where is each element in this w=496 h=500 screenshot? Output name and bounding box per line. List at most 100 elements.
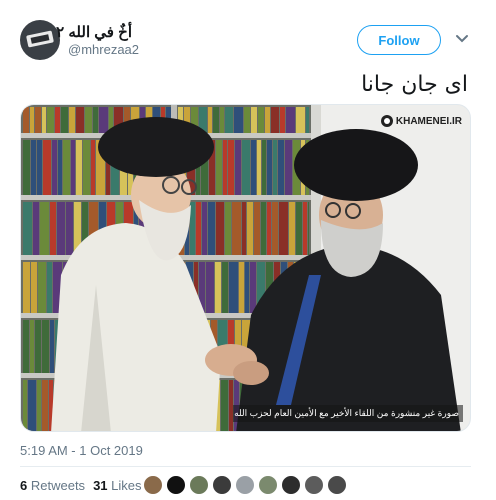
book-spine: [280, 107, 285, 133]
book-spine: [76, 140, 82, 195]
book-spine: [47, 107, 54, 133]
book-spine: [57, 202, 65, 255]
book-spine: [76, 107, 84, 133]
book-spine: [296, 202, 302, 255]
tweet-card: أخٌ في الله ٢ @mhrezaa2 Follow ای جان جا…: [0, 0, 496, 500]
book-spine: [71, 140, 75, 195]
book-spine: [31, 262, 37, 313]
book-spine: [23, 107, 29, 133]
photo-illustration: [21, 105, 470, 431]
liker-avatar[interactable]: [143, 475, 163, 495]
book-spine: [208, 202, 215, 255]
book-spine: [279, 202, 288, 255]
book-spine: [273, 140, 277, 195]
book-spine: [261, 202, 266, 255]
book-spine: [91, 140, 95, 195]
book-spine: [251, 107, 257, 133]
book-spine: [258, 107, 264, 133]
book-spine: [99, 107, 108, 133]
watermark-text: KHAMENEI.IR: [395, 115, 462, 127]
book-spine: [61, 107, 68, 133]
book-spine: [216, 140, 222, 195]
liker-avatar[interactable]: [189, 475, 209, 495]
book-spine: [38, 262, 46, 313]
book-spine: [63, 140, 70, 195]
watermark-logo-icon: [380, 115, 393, 127]
book-spine: [30, 320, 34, 373]
book-spine: [229, 262, 238, 313]
liker-avatar[interactable]: [304, 475, 324, 495]
retweets-count: 6: [20, 478, 28, 493]
username[interactable]: @mhrezaa2: [68, 42, 139, 57]
khamenei-watermark: KHAMENEI.IR: [380, 115, 462, 127]
book-spine: [278, 140, 284, 195]
book-spine: [289, 202, 295, 255]
avatar[interactable]: [20, 20, 60, 60]
book-spine: [251, 140, 256, 195]
book-spine: [267, 202, 271, 255]
book-spine: [69, 107, 75, 133]
book-spine: [55, 107, 60, 133]
book-spine: [40, 202, 49, 255]
book-spine: [37, 140, 42, 195]
book-spine: [35, 320, 41, 373]
tweet-photo[interactable]: KHAMENEI.IR صورة غير منشورة من اللقاء ال…: [20, 104, 471, 432]
book-spine: [220, 107, 224, 133]
book-spine: [47, 262, 52, 313]
tweet-stats: 6 Retweets 31 Likes: [20, 478, 142, 493]
chevron-down-icon[interactable]: [455, 34, 469, 44]
book-spine: [222, 262, 228, 313]
book-spine: [43, 140, 51, 195]
book-spine: [303, 202, 307, 255]
book-spine: [245, 262, 249, 313]
book-spine: [247, 202, 253, 255]
book-spine: [234, 107, 243, 133]
book-spine: [242, 202, 246, 255]
book-spine: [196, 202, 201, 255]
liker-avatar[interactable]: [258, 475, 278, 495]
liker-avatar[interactable]: [212, 475, 232, 495]
book-spine: [228, 140, 234, 195]
book-spine: [52, 140, 57, 195]
book-spine: [50, 320, 54, 373]
book-spine: [202, 202, 207, 255]
book-spine: [23, 140, 30, 195]
book-spine: [223, 140, 227, 195]
book-spine: [262, 140, 266, 195]
liker-avatar[interactable]: [235, 475, 255, 495]
display-name[interactable]: أخٌ في الله ٢: [56, 23, 132, 41]
tweet-text: ای جان جانا: [361, 72, 468, 97]
book-spine: [254, 202, 260, 255]
book-spine: [225, 107, 233, 133]
book-spine: [30, 107, 34, 133]
book-spine: [208, 107, 212, 133]
book-spine: [83, 140, 90, 195]
likes-count: 31: [93, 478, 108, 493]
tweet-timestamp[interactable]: 5:19 AM - 1 Oct 2019: [20, 443, 143, 458]
book-spine: [225, 202, 231, 255]
book-spine: [23, 262, 30, 313]
book-spine: [23, 202, 32, 255]
book-spine: [232, 202, 241, 255]
book-spine: [242, 140, 250, 195]
likes-stat[interactable]: 31 Likes: [93, 478, 141, 493]
book-spine: [42, 107, 46, 133]
likes-label: Likes: [111, 478, 142, 493]
book-spine: [285, 140, 292, 195]
book-spine: [308, 202, 309, 255]
liker-avatar[interactable]: [166, 475, 186, 495]
book-spine: [265, 107, 270, 133]
book-spine: [257, 140, 261, 195]
follow-button[interactable]: Follow: [357, 25, 441, 55]
book-spine: [235, 140, 241, 195]
book-spine: [85, 107, 92, 133]
book-spine: [215, 262, 221, 313]
liker-avatar[interactable]: [281, 475, 301, 495]
liker-avatar[interactable]: [327, 475, 347, 495]
book-spine: [306, 107, 309, 133]
retweets-stat[interactable]: 6 Retweets: [20, 478, 85, 493]
book-spine: [216, 202, 224, 255]
book-spine: [267, 140, 272, 195]
book-spine: [239, 262, 244, 313]
retweets-label: Retweets: [30, 478, 86, 493]
